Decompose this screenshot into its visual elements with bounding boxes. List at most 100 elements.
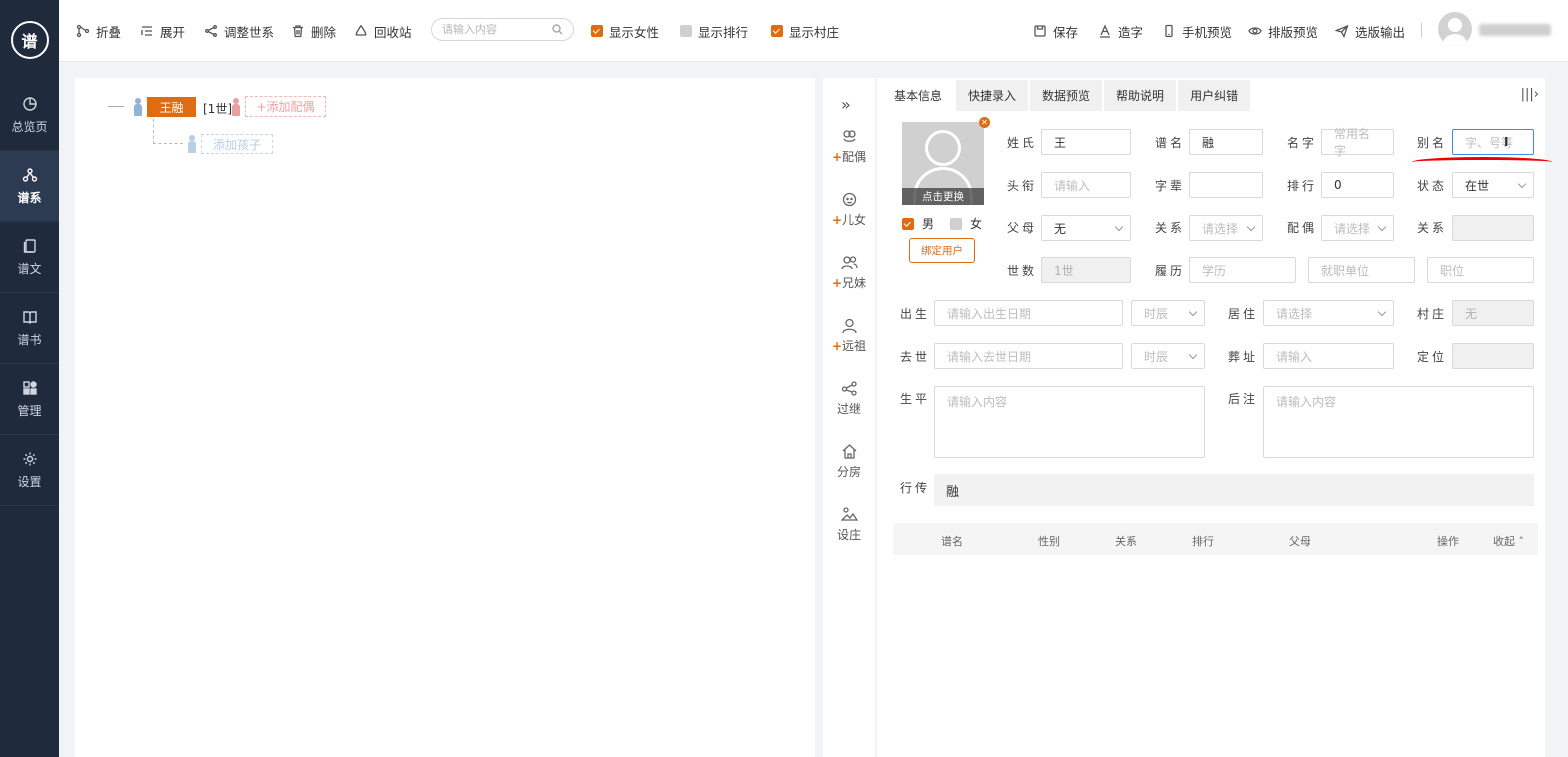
residence-select[interactable]: 请选择 [1263,300,1394,326]
add-spouse-action[interactable]: +配偶 [823,128,875,165]
relation2-input [1452,215,1534,241]
sidebar-item-book[interactable]: 谱书 [0,293,59,364]
show-village-toggle[interactable]: 显示村庄 [771,22,839,40]
sidebar-item-text[interactable]: 谱文 [0,222,59,293]
spouse-select[interactable]: 请选择 [1321,215,1394,241]
bind-user-button[interactable]: 绑定用户 [909,238,975,263]
gender-female[interactable]: 女 [950,215,982,232]
parents-select[interactable]: 无 [1041,215,1131,241]
sidebar-item-manage[interactable]: 管理 [0,364,59,435]
death-shichen-select[interactable]: 时辰 [1131,343,1205,369]
action-label: 设庄 [836,528,861,542]
show-female-checkbox[interactable] [591,25,603,37]
tab-help[interactable]: 帮助说明 [1104,80,1177,111]
workplace-input[interactable]: 就职单位 [1308,257,1415,283]
female-checkbox[interactable] [950,217,962,230]
puming-input[interactable]: 融 [1189,129,1263,155]
mobile-preview-button[interactable]: 手机预览 [1162,22,1232,40]
adoption-action[interactable]: 过继 [823,380,875,417]
show-rank-checkbox[interactable] [680,25,692,37]
sidebar-item-settings[interactable]: 设置 [0,435,59,506]
layout-preview-button[interactable]: 排版预览 [1248,22,1318,40]
alias-label: 别名 [1417,136,1448,150]
remove-photo-icon[interactable]: ✕ [979,117,990,128]
show-rank-toggle[interactable]: 显示排行 [680,22,748,40]
delete-button[interactable]: 删除 [291,22,336,40]
gender-male[interactable]: 男 [902,215,934,232]
expand-button[interactable]: 展开 [140,22,185,40]
select-output-button[interactable]: 选版输出 [1335,22,1405,40]
generation-label: [1世] [203,102,232,116]
birth-shichen-select[interactable]: 时辰 [1131,300,1205,326]
chevron-down-icon [1377,307,1387,317]
name-input[interactable]: 常用名字 [1321,127,1394,158]
action-label: 过继 [836,402,861,416]
set-village-action[interactable]: 设庄 [823,506,875,543]
sidebar: 谱 总览页 谱系 谱文 谱书 管理 设置 [0,0,59,757]
male-checkbox[interactable] [902,217,914,230]
expand-panel-icon[interactable]: » [841,95,851,114]
expand-label: 展开 [160,24,186,40]
postnote-textarea[interactable]: 请输入内容 [1263,386,1534,458]
sidebar-item-label: 管理 [17,403,42,418]
education-input[interactable]: 学历 [1189,257,1296,283]
make-char-label: 造字 [1118,24,1144,40]
layout-preview-label: 排版预览 [1268,24,1319,40]
fold-button[interactable]: 折叠 [76,22,121,40]
recycle-icon [355,25,367,36]
sidebar-item-overview[interactable]: 总览页 [0,80,59,151]
tree-node-root[interactable]: 王融 [147,97,196,117]
lineage-tree-panel: 王融 [1世] +添加配偶 添加孩子 [75,78,815,757]
tab-user-feedback[interactable]: 用户纠错 [1178,80,1251,111]
top-toolbar: 折叠 展开 调整世系 删除 回收站 显示女性 显示排行 显示村庄 保存 造字 [59,0,1568,62]
save-button[interactable]: 保存 [1033,22,1078,40]
chevron-up-icon: ˄ [1518,535,1525,548]
sidebar-item-lineage[interactable]: 谱系 [0,151,59,222]
alias-input[interactable]: 字、号等 [1452,129,1534,155]
add-child-button[interactable]: 添加孩子 [201,134,273,154]
shichen-placeholder: 时辰 [1144,306,1169,321]
action-label: 远祖 [842,339,867,353]
add-siblings-action[interactable]: +兄妹 [823,254,875,291]
death-date-input[interactable]: 请输入去世日期 [934,343,1123,369]
birth-date-input[interactable]: 请输入出生日期 [934,300,1123,326]
search-box[interactable] [431,18,574,41]
user-avatar[interactable] [1438,12,1472,46]
search-input[interactable] [442,23,552,36]
life-textarea[interactable]: 请输入内容 [934,386,1205,458]
surname-input[interactable]: 王 [1041,129,1131,155]
show-female-toggle[interactable]: 显示女性 [591,22,659,40]
branch-action[interactable]: 分房 [823,443,875,480]
recycle-bin-button[interactable]: 回收站 [354,22,412,40]
table-header-actions: 操作 [1437,535,1459,548]
show-village-checkbox[interactable] [771,25,783,37]
change-photo-button[interactable]: 点击更换 [902,188,984,205]
show-female-label: 显示女性 [609,24,660,40]
document-icon [23,238,36,253]
person-photo[interactable]: 点击更换 [902,122,984,205]
tab-data-preview[interactable]: 数据预览 [1030,80,1103,111]
share-icon [841,381,857,396]
add-children-action[interactable]: +儿女 [823,191,875,228]
tab-quick-entry[interactable]: 快捷录入 [956,80,1029,111]
make-char-button[interactable]: 造字 [1098,22,1143,40]
collapse-table-button[interactable]: 收起 ˄ [1493,533,1524,549]
tab-basic-info[interactable]: 基本信息 [882,80,955,111]
add-spouse-button[interactable]: +添加配偶 [245,96,326,117]
app-logo[interactable]: 谱 [0,0,59,80]
add-ancestor-action[interactable]: +远祖 [823,317,875,354]
locate-input [1452,343,1534,369]
position-input[interactable]: 职位 [1427,257,1534,283]
collapse-panel-icon[interactable]: |||› [1521,87,1539,102]
title-input[interactable]: 请输入 [1041,172,1131,198]
user-name-blurred[interactable] [1479,24,1551,36]
rank-input[interactable]: 0 [1321,172,1394,198]
status-select[interactable]: 在世 [1452,172,1534,198]
save-label: 保存 [1053,24,1079,40]
adjust-lineage-button[interactable]: 调整世系 [204,22,274,40]
burial-input[interactable]: 请输入 [1263,343,1394,369]
zibei-input[interactable] [1189,172,1263,198]
plus-sign: + [831,213,843,227]
relation-select[interactable]: 请选择 [1189,215,1263,241]
xingzhuan-field[interactable]: 融 [934,474,1534,506]
